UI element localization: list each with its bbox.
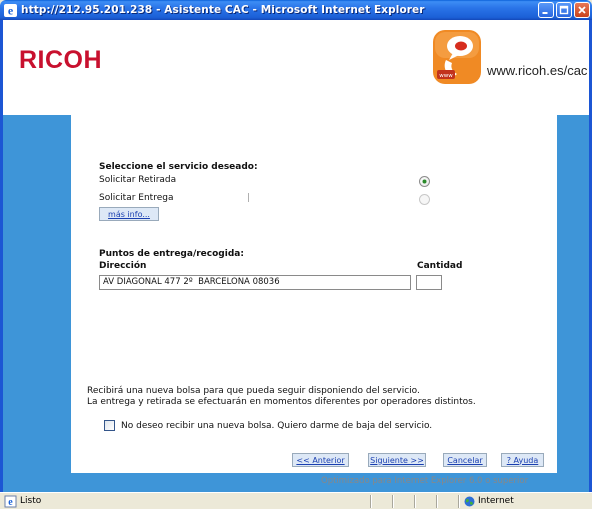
minimize-button[interactable]	[538, 2, 554, 18]
minimize-icon	[542, 12, 548, 14]
status-divider	[414, 495, 415, 508]
previous-button[interactable]: << Anterior	[292, 453, 349, 467]
separator-mark: |	[247, 193, 251, 203]
points-heading: Puntos de entrega/recogida:	[99, 249, 244, 259]
service-heading: Seleccione el servicio deseado:	[99, 162, 258, 172]
internet-globe-icon	[464, 496, 475, 507]
cac-logo-icon: www	[433, 30, 481, 84]
option-entrega-label: Solicitar Entrega	[99, 193, 174, 203]
maximize-icon	[559, 5, 569, 15]
option-retirada-label: Solicitar Retirada	[99, 175, 177, 185]
internet-explorer-icon: e	[4, 3, 17, 17]
more-info-button[interactable]: más info...	[99, 207, 159, 221]
page-header: RICOH www www.ricoh.es/cac	[3, 20, 589, 115]
window-titlebar[interactable]: e http://212.95.201.238 - Asistente CAC …	[0, 0, 592, 20]
security-zone-text: Internet	[478, 496, 514, 506]
ricoh-logo: RICOH	[19, 46, 103, 74]
address-column-header: Dirección	[99, 261, 147, 271]
browser-requirement-note: Optimizado para Internet Explorer 6.0 o …	[321, 476, 529, 486]
address-field[interactable]: AV DIAGONAL 477 2º BARCELONA 08036	[99, 275, 411, 290]
close-button[interactable]	[574, 2, 590, 18]
status-bar: e Listo Internet	[0, 492, 592, 509]
optout-label: No deseo recibir una nueva bolsa. Quiero…	[121, 421, 433, 431]
status-divider	[436, 495, 437, 508]
left-blue-band	[3, 115, 71, 492]
quantity-field[interactable]	[416, 275, 442, 290]
optout-checkbox[interactable]	[104, 420, 115, 431]
close-icon	[578, 6, 586, 14]
quantity-column-header: Cantidad	[417, 261, 463, 271]
page-icon: e	[4, 495, 17, 508]
status-divider	[370, 495, 371, 508]
status-text: Listo	[20, 496, 42, 506]
status-divider	[392, 495, 393, 508]
right-blue-band	[557, 115, 589, 492]
logo-badge-text: www	[439, 73, 453, 79]
svg-text:e: e	[8, 497, 13, 508]
option-entrega-radio[interactable]	[419, 194, 430, 205]
notice-line-1: Recibirá una nueva bolsa para que pueda …	[87, 386, 420, 396]
maximize-button[interactable]	[556, 2, 572, 18]
status-divider	[458, 495, 459, 508]
option-retirada-radio[interactable]	[419, 176, 430, 187]
window-title: http://212.95.201.238 - Asistente CAC - …	[21, 4, 425, 16]
next-button[interactable]: Siguiente >>	[368, 453, 426, 467]
cancel-button[interactable]: Cancelar	[443, 453, 487, 467]
svg-text:e: e	[8, 4, 14, 17]
site-url: www.ricoh.es/cac	[487, 63, 588, 78]
form-panel: Seleccione el servicio deseado: Solicita…	[71, 115, 557, 486]
notice-line-2: La entrega y retirada se efectuarán en m…	[87, 397, 476, 407]
browser-viewport: RICOH www www.ricoh.es/cac Seleccione el…	[3, 20, 589, 492]
help-button[interactable]: ? Ayuda	[501, 453, 544, 467]
